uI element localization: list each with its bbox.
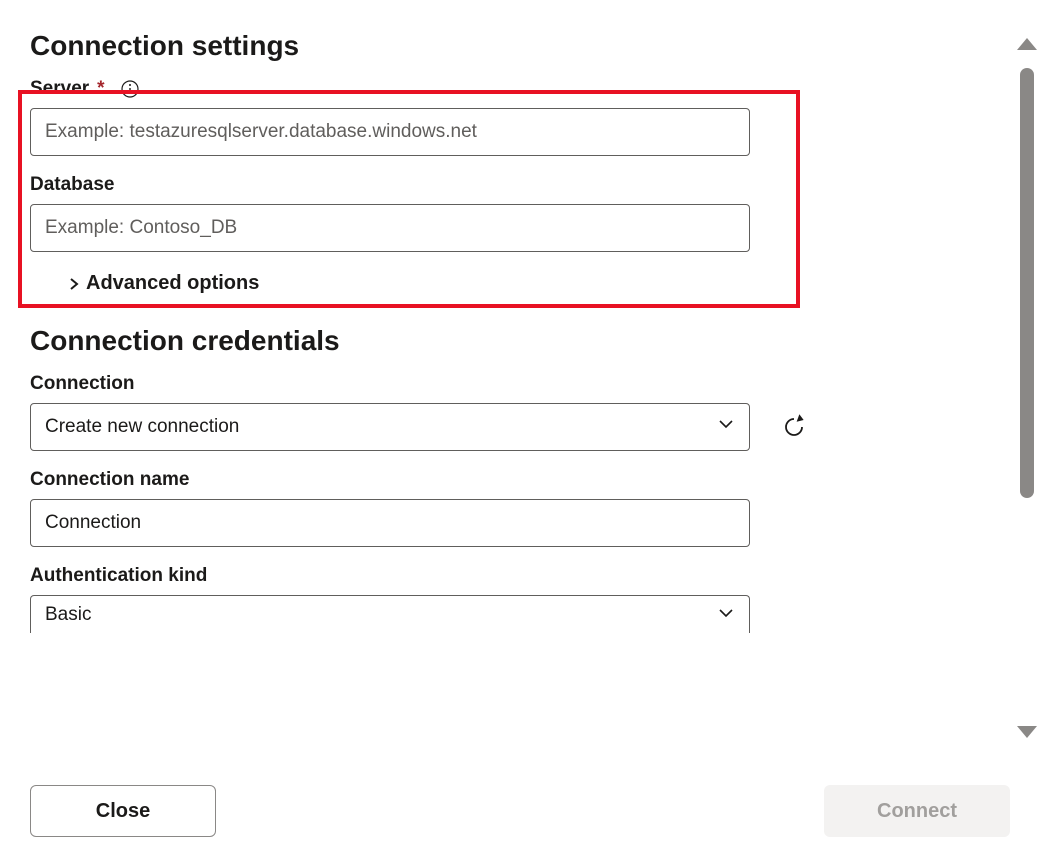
server-label-text: Server [30, 78, 89, 100]
server-label: Server * [30, 78, 990, 100]
connection-credentials-heading: Connection credentials [30, 325, 990, 357]
refresh-button[interactable] [780, 413, 808, 441]
auth-kind-label: Authentication kind [30, 565, 990, 587]
connection-name-input[interactable] [30, 499, 750, 547]
advanced-options-toggle[interactable]: Advanced options [66, 272, 990, 295]
server-input[interactable] [30, 108, 750, 156]
chevron-down-icon [717, 604, 735, 628]
chevron-right-icon [66, 276, 82, 292]
database-label-text: Database [30, 174, 115, 196]
required-indicator: * [97, 78, 104, 100]
database-input[interactable] [30, 204, 750, 252]
connection-selected-value: Create new connection [45, 416, 717, 438]
scroll-thumb[interactable] [1020, 68, 1034, 498]
connection-label: Connection [30, 373, 990, 395]
connection-name-label-text: Connection name [30, 469, 189, 491]
vertical-scrollbar[interactable] [1010, 38, 1044, 738]
advanced-options-label: Advanced options [86, 272, 259, 295]
scroll-up-arrow-icon[interactable] [1017, 38, 1037, 50]
connection-settings-heading: Connection settings [30, 30, 990, 62]
connect-button: Connect [824, 785, 1010, 837]
auth-kind-label-text: Authentication kind [30, 565, 207, 587]
connection-label-text: Connection [30, 373, 135, 395]
auth-kind-select[interactable]: Basic [30, 595, 750, 633]
info-icon[interactable] [121, 80, 139, 98]
scroll-down-arrow-icon[interactable] [1017, 726, 1037, 738]
close-button[interactable]: Close [30, 785, 216, 837]
connection-name-label: Connection name [30, 469, 990, 491]
connection-select[interactable]: Create new connection [30, 403, 750, 451]
chevron-down-icon [717, 415, 735, 439]
database-label: Database [30, 174, 990, 196]
auth-kind-selected-value: Basic [45, 604, 717, 626]
